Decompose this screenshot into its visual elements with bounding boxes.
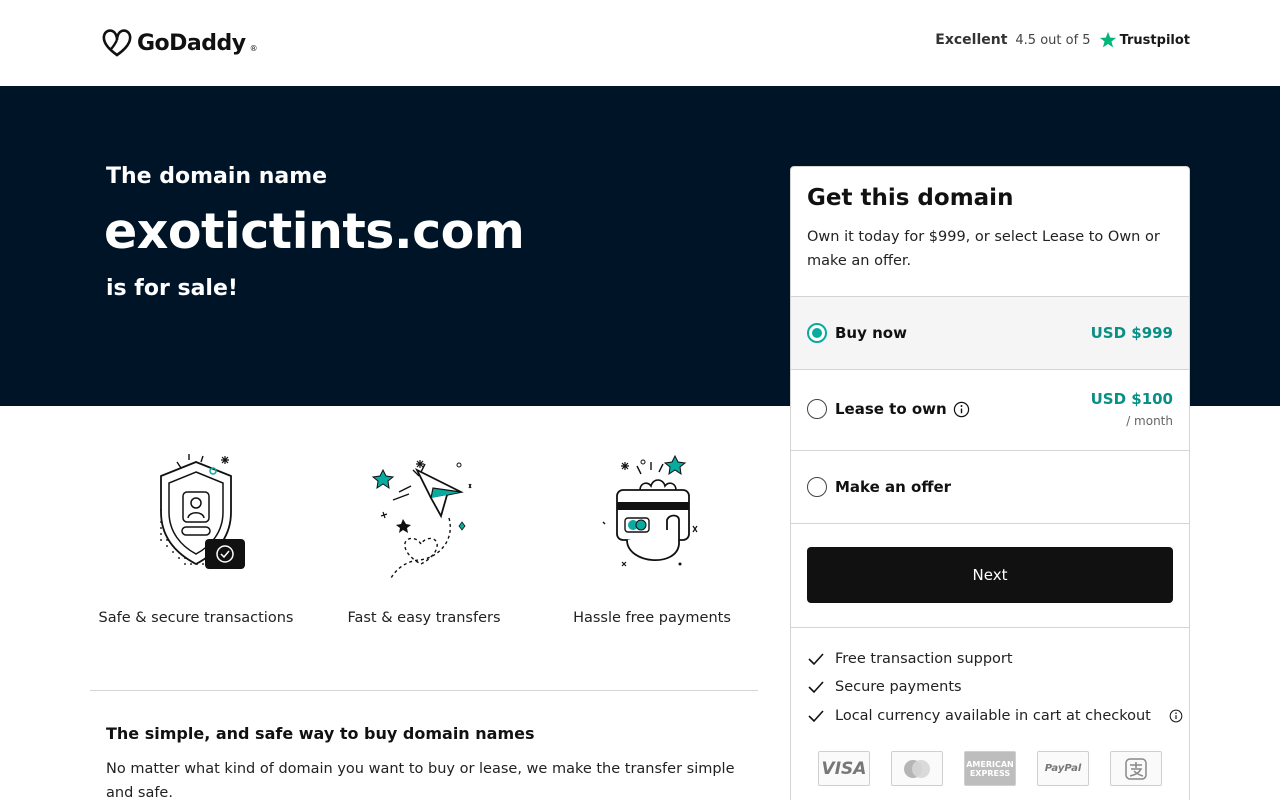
trademark-mark: ® <box>249 44 258 53</box>
trustpilot-rating[interactable]: Excellent 4.5 out of 5 Trustpilot <box>935 31 1190 49</box>
option-divider <box>791 523 1189 524</box>
next-button[interactable]: Next <box>807 547 1173 603</box>
payment-methods: VISA AMERICAN EXPRESS PayPal <box>818 751 1162 786</box>
info-title: The simple, and safe way to buy domain n… <box>106 724 535 743</box>
shield-icon <box>160 454 245 569</box>
amex-icon: AMERICAN EXPRESS <box>964 751 1016 786</box>
info-icon[interactable] <box>953 401 970 418</box>
mastercard-circles-icon <box>904 759 930 778</box>
hero-pre-title: The domain name <box>106 164 328 189</box>
info-text: No matter what kind of domain you want t… <box>106 761 735 800</box>
check-icon <box>808 653 824 666</box>
card-subtitle: Own it today for $999, or select Lease t… <box>807 229 1160 269</box>
alipay-icon <box>1110 751 1162 786</box>
godaddy-logo[interactable]: GoDaddy ® <box>101 28 258 58</box>
make-offer-label: Make an offer <box>835 478 952 496</box>
benefit-item: Local currency available in cart at chec… <box>807 708 1183 724</box>
option-buy-now[interactable]: Buy now USD $999 <box>791 296 1189 369</box>
lease-to-own-label: Lease to own <box>835 400 947 418</box>
trustpilot-score: 4.5 out of 5 <box>1015 32 1091 48</box>
feature-label: Safe & secure transactions <box>98 610 294 626</box>
alipay-glyph-icon <box>1125 757 1147 780</box>
feature-label: Hassle free payments <box>573 610 731 626</box>
benefit-item: Secure payments <box>807 679 962 695</box>
godaddy-heart-icon <box>102 29 132 57</box>
credit-card-hand-icon <box>602 454 698 567</box>
paypal-icon: PayPal <box>1037 751 1089 786</box>
feature-transfers: Fast & easy transfers <box>318 440 530 626</box>
hero-post-title: is for sale! <box>106 276 238 301</box>
option-lease-to-own[interactable]: Lease to own USD $100 / month <box>791 369 1189 450</box>
benefit-label: Local currency available in cart at chec… <box>835 708 1151 724</box>
trustpilot-brand-label: Trustpilot <box>1119 32 1190 48</box>
option-make-offer[interactable]: Make an offer <box>791 450 1189 523</box>
benefit-label: Secure payments <box>835 679 962 695</box>
lease-to-own-label-group: Lease to own <box>835 400 970 418</box>
lease-to-own-radio[interactable] <box>807 399 827 419</box>
feature-secure: Safe & secure transactions <box>90 440 302 626</box>
check-icon <box>808 710 824 723</box>
trustpilot-brand: Trustpilot <box>1099 31 1190 49</box>
site-header: GoDaddy ® Excellent 4.5 out of 5 Trustpi… <box>0 0 1280 86</box>
trustpilot-star-icon <box>1099 31 1116 48</box>
make-offer-radio[interactable] <box>807 477 827 497</box>
check-icon <box>808 681 824 694</box>
feature-label: Fast & easy transfers <box>347 610 501 626</box>
buy-now-price: USD $999 <box>1090 324 1173 342</box>
visa-icon: VISA <box>818 751 870 786</box>
lease-to-own-price: USD $100 <box>1090 390 1173 408</box>
trustpilot-rating-word: Excellent <box>935 32 1008 48</box>
buy-now-label: Buy now <box>835 324 907 342</box>
hero-domain-name: exotictints.com <box>104 203 525 260</box>
currency-info-icon[interactable] <box>1169 709 1183 723</box>
benefits-divider <box>791 627 1189 628</box>
benefit-item: Free transaction support <box>807 651 1013 667</box>
card-title: Get this domain <box>807 185 1014 211</box>
buy-now-radio[interactable] <box>807 323 827 343</box>
lease-to-own-unit: / month <box>1126 414 1173 428</box>
purchase-card: Get this domain Own it today for $999, o… <box>790 166 1190 800</box>
mastercard-icon <box>891 751 943 786</box>
paper-plane-icon <box>371 460 472 579</box>
brand-name: GoDaddy <box>137 30 246 56</box>
section-divider <box>90 690 758 691</box>
feature-payments: Hassle free payments <box>546 440 758 626</box>
benefit-label: Free transaction support <box>835 651 1013 667</box>
